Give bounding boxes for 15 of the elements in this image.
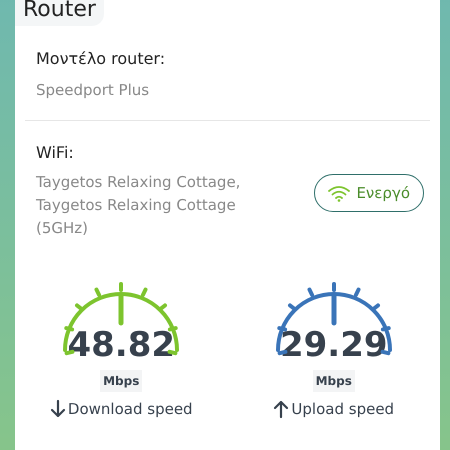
unit-label: Mbps <box>100 370 142 392</box>
down-arrow-icon <box>50 398 66 419</box>
up-arrow-icon <box>273 398 290 419</box>
speed-label: Upload speed <box>291 398 394 420</box>
field-value: Speedport Plus <box>36 80 150 101</box>
wifi-icon <box>328 184 350 202</box>
speed-label: Download speed <box>68 398 193 420</box>
speed-value: 48.82 <box>67 328 176 362</box>
section-title: Router <box>15 0 104 26</box>
field-value: Taygetos Relaxing Cottage, Taygetos Relaxing Cottage (5GHz) <box>36 172 242 238</box>
unit-label: Mbps <box>312 370 355 392</box>
status-badge: Ενεργό <box>314 174 424 212</box>
field-label: Μοντέλο router: <box>36 48 166 70</box>
field-label: WiFi: <box>36 142 75 164</box>
speed-value: 29.29 <box>280 328 388 362</box>
